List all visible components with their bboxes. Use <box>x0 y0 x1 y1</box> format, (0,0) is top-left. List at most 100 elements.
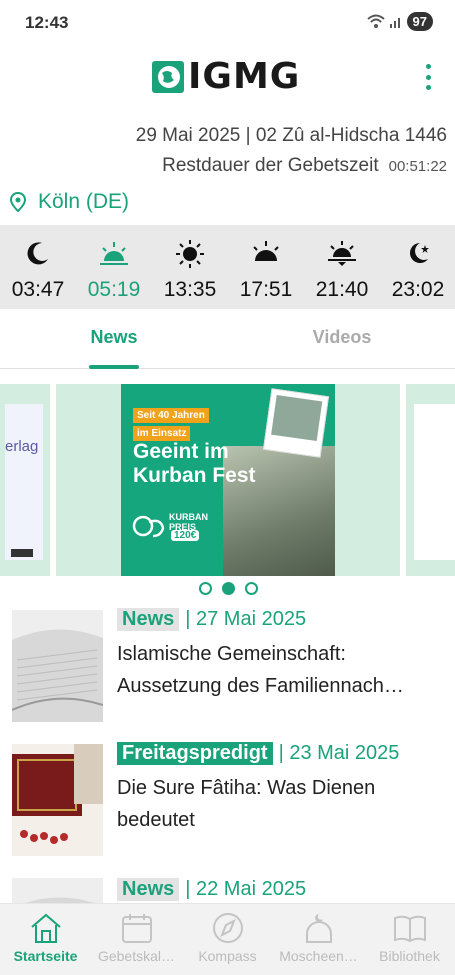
location-pin-icon <box>10 192 26 212</box>
quran-thumbnail <box>12 744 103 856</box>
sun-icon <box>176 240 204 268</box>
nav-label: Bibliothek <box>379 948 440 964</box>
newspaper-thumbnail <box>12 878 103 903</box>
news-meta: Freitagspredigt | 23 Mai 2025 <box>117 742 399 765</box>
news-category-badge: Freitagspredigt <box>117 742 273 765</box>
location-label: Köln (DE) <box>38 190 130 213</box>
tab-videos[interactable]: Videos <box>228 309 455 369</box>
remaining-time: 00:51:22 <box>388 158 447 175</box>
next-slide-card <box>414 404 455 560</box>
news-carousel[interactable]: erlag Seit 40 Jahren im Einsatz Geeint i… <box>0 384 455 576</box>
nav-moscheen[interactable]: Moscheen… <box>273 904 364 975</box>
nav-label: Startseite <box>13 948 78 964</box>
igmg-logo: IGMG <box>152 58 304 96</box>
banner-title-line-2: Kurban Fest <box>133 464 256 487</box>
dot-icon <box>425 64 431 69</box>
news-category-badge: News <box>117 878 180 901</box>
prayer-time-value: 21:40 <box>315 278 369 301</box>
newspaper-thumbnail <box>12 610 103 722</box>
badge-line-1: KURBAN <box>169 512 208 522</box>
active-tab-indicator <box>89 365 139 369</box>
battery-indicator: 97 <box>406 12 433 31</box>
news-meta: News | 22 Mai 2025 <box>117 878 306 901</box>
banner-tag-1: Seit 40 Jahren <box>133 408 209 423</box>
pagination-dot-active[interactable] <box>222 582 235 595</box>
news-list-item[interactable]: News | 22 Mai 2025 <box>0 878 455 903</box>
news-date: | 22 Mai 2025 <box>185 878 307 900</box>
banner-tag-2: im Einsatz <box>133 426 191 441</box>
book-icon <box>393 915 426 943</box>
prev-slide-card: erlag <box>5 404 43 560</box>
dot-icon <box>425 85 431 90</box>
nav-startseite[interactable]: Startseite <box>0 904 91 975</box>
news-title: Die Sure Fâtiha: Was Dienen bedeutet <box>117 772 447 836</box>
sunrise-icon <box>100 242 128 265</box>
badge-text: KURBAN PREIS <box>169 512 208 532</box>
nav-label: Moscheen… <box>279 948 358 964</box>
status-icons: 97 <box>366 12 433 31</box>
nav-kompass[interactable]: Kompass <box>182 904 273 975</box>
prayer-times-strip: 03:47 05:19 13:35 17:51 21:40 23:02 <box>0 225 455 309</box>
status-bar: 12:43 97 <box>0 0 455 46</box>
news-title-line-2: bedeutet <box>117 809 195 831</box>
status-time: 12:43 <box>25 13 69 32</box>
prayer-time-item[interactable]: 05:19 <box>76 225 152 309</box>
news-title-line-1: Die Sure Fâtiha: Was Dienen <box>117 777 376 799</box>
date-line: 29 Mai 2025 | 02 Zû al-Hidscha 1446 <box>135 125 447 146</box>
wifi-icon <box>366 14 385 28</box>
prev-slide-text: erlag <box>5 438 39 455</box>
logo-text: IGMG <box>188 56 301 97</box>
remaining-label: Restdauer der Gebetszeit <box>162 155 379 176</box>
news-meta: News | 27 Mai 2025 <box>117 608 306 631</box>
pagination-dot[interactable] <box>245 582 258 595</box>
news-date: | 23 Mai 2025 <box>278 742 400 764</box>
remaining-time-row: Restdauer der Gebetszeit 00:51:22 <box>162 155 447 177</box>
kurban-banner-image[interactable]: Seit 40 Jahren im Einsatz Geeint im Kurb… <box>121 384 335 576</box>
kurban-preis-badge: KURBAN PREIS 120€ <box>131 512 211 542</box>
afternoon-sun-icon <box>253 241 279 261</box>
banner-polaroid <box>262 388 330 458</box>
news-date: | 27 Mai 2025 <box>185 608 307 630</box>
calendar-icon <box>121 914 152 943</box>
prayer-time-value: 23:02 <box>391 278 445 301</box>
prayer-time-item[interactable]: 21:40 <box>304 225 380 309</box>
prayer-time-value: 17:51 <box>239 278 293 301</box>
bottom-navigation: Startseite Gebetskal… Kompass Moscheen… … <box>0 903 455 975</box>
news-list-item[interactable]: News | 27 Mai 2025 Islamische Gemeinscha… <box>0 608 455 730</box>
signal-icon <box>389 17 400 28</box>
news-title-line-1: Islamische Gemeinschaft: <box>117 643 346 665</box>
compass-icon <box>212 913 243 943</box>
prayer-time-item[interactable]: 03:47 <box>0 225 76 309</box>
dot-icon <box>425 74 431 80</box>
prev-slide-logo <box>11 549 33 557</box>
nav-label: Kompass <box>198 948 257 964</box>
location-selector[interactable]: Köln (DE) <box>10 190 129 214</box>
banner-title-line-1: Geeint im <box>133 440 229 463</box>
home-icon <box>30 913 61 943</box>
nav-label: Gebetskal… <box>97 948 176 964</box>
news-list-item[interactable]: Freitagspredigt | 23 Mai 2025 Die Sure F… <box>0 742 455 864</box>
news-title-line-2: Aussetzung des Familiennach… <box>117 675 404 697</box>
crescent-moon-icon <box>27 242 48 265</box>
content-tabs: News Videos <box>0 309 455 369</box>
ram-icon <box>132 515 165 538</box>
prayer-time-value: 03:47 <box>11 278 65 301</box>
tab-news[interactable]: News <box>0 309 228 369</box>
prayer-time-item[interactable]: 17:51 <box>228 225 304 309</box>
mosque-icon <box>305 914 332 943</box>
prayer-time-item[interactable]: 23:02 <box>380 225 455 309</box>
overflow-menu-button[interactable] <box>418 64 438 90</box>
globe-logo-icon <box>152 61 184 93</box>
prayer-time-item[interactable]: 13:35 <box>152 225 228 309</box>
banner-title: Geeint im Kurban Fest <box>133 440 256 488</box>
carousel-pagination <box>199 582 258 595</box>
prayer-time-value: 05:19 <box>87 278 141 301</box>
pagination-dot[interactable] <box>199 582 212 595</box>
sunset-icon <box>328 241 356 266</box>
nav-gebetskalender[interactable]: Gebetskal… <box>91 904 182 975</box>
moon-star-icon <box>410 243 429 263</box>
news-category-badge: News <box>117 608 180 631</box>
news-title: Islamische Gemeinschaft: Aussetzung des … <box>117 638 447 702</box>
badge-price: 120€ <box>171 530 200 541</box>
nav-bibliothek[interactable]: Bibliothek <box>364 904 455 975</box>
